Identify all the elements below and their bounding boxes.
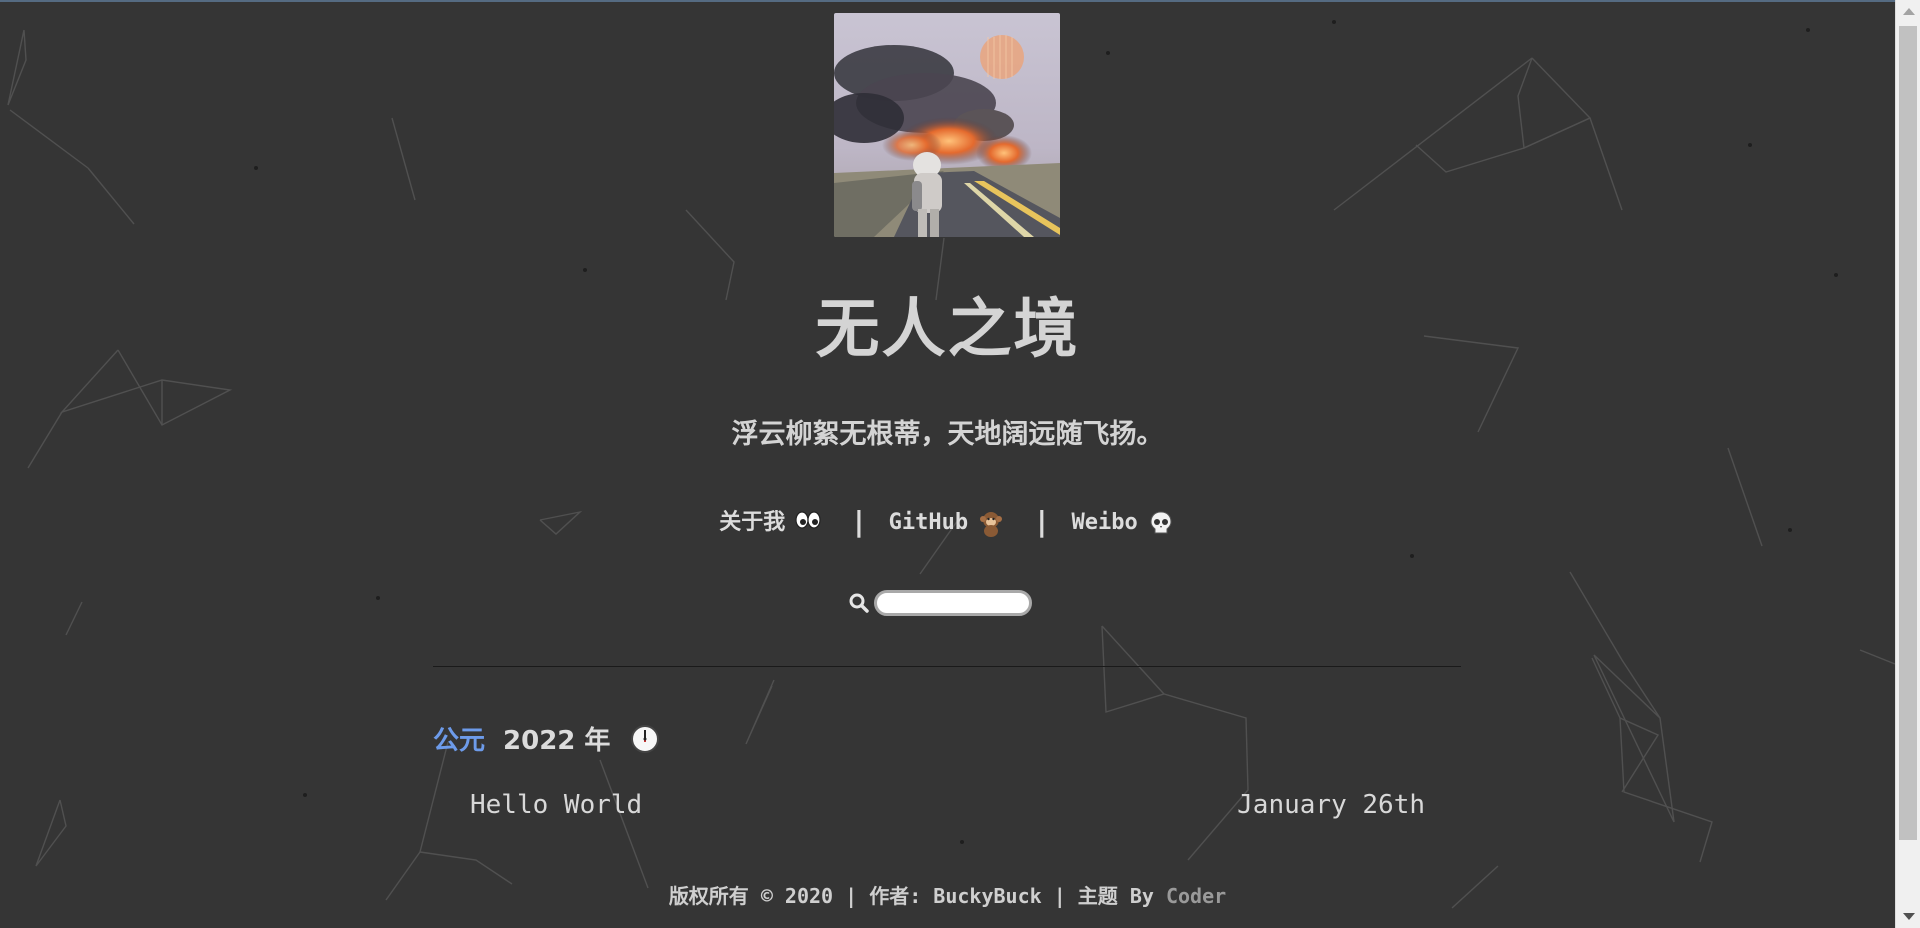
search-icon[interactable] xyxy=(848,592,870,614)
post-list-item: Hello World January 26th xyxy=(470,790,1425,820)
nav-link-github[interactable]: GitHub xyxy=(889,508,1006,538)
scrollbar-thumb[interactable] xyxy=(1899,26,1917,840)
theme-link[interactable]: Coder xyxy=(1166,884,1226,908)
footer-copyright: 版权所有 © 2020 | 作者: BuckyBuck | 主题 By xyxy=(668,884,1166,908)
nav-weibo-label: Weibo xyxy=(1071,510,1138,535)
nav-github-label: GitHub xyxy=(888,510,969,535)
era-label: 公元 xyxy=(433,726,486,756)
scroll-down-arrow-icon[interactable] xyxy=(1903,913,1915,920)
eyes-icon xyxy=(795,511,821,529)
nav-separator: | xyxy=(1033,505,1051,538)
scroll-up-arrow-icon[interactable] xyxy=(1903,8,1915,15)
nav-about-label: 关于我 xyxy=(719,510,786,535)
site-avatar[interactable] xyxy=(834,13,1060,237)
nav-separator: | xyxy=(850,505,868,538)
nav-link-weibo[interactable]: Weibo xyxy=(1071,508,1175,538)
search-input[interactable] xyxy=(874,590,1032,616)
content-divider xyxy=(433,666,1461,667)
astronaut-fire-image xyxy=(834,13,1060,237)
search-bar xyxy=(848,590,1032,616)
post-date: January 26th xyxy=(1237,790,1425,820)
site-footer: 版权所有 © 2020 | 作者: BuckyBuck | 主题 By Code… xyxy=(0,880,1895,909)
site-title[interactable]: 无人之境 xyxy=(0,278,1895,370)
archive-year-heading: 公元 2022 年 xyxy=(433,720,660,757)
year-label: 2022 年 xyxy=(503,726,611,756)
monkey-icon xyxy=(980,511,1003,537)
post-title-link[interactable]: Hello World xyxy=(470,790,642,820)
clock-icon xyxy=(631,724,660,753)
skull-icon xyxy=(1150,510,1172,533)
nav-link-about[interactable]: 关于我 xyxy=(719,504,823,536)
vertical-scrollbar[interactable] xyxy=(1895,0,1920,928)
main-nav: 关于我 | GitHub | Weibo xyxy=(0,504,1895,538)
site-subtitle: 浮云柳絮无根蒂，天地阔远随飞扬。 xyxy=(731,419,1164,450)
blog-page: 无人之境 浮云柳絮无根蒂，天地阔远随飞扬。 关于我 | GitHub | Wei… xyxy=(0,0,1895,928)
